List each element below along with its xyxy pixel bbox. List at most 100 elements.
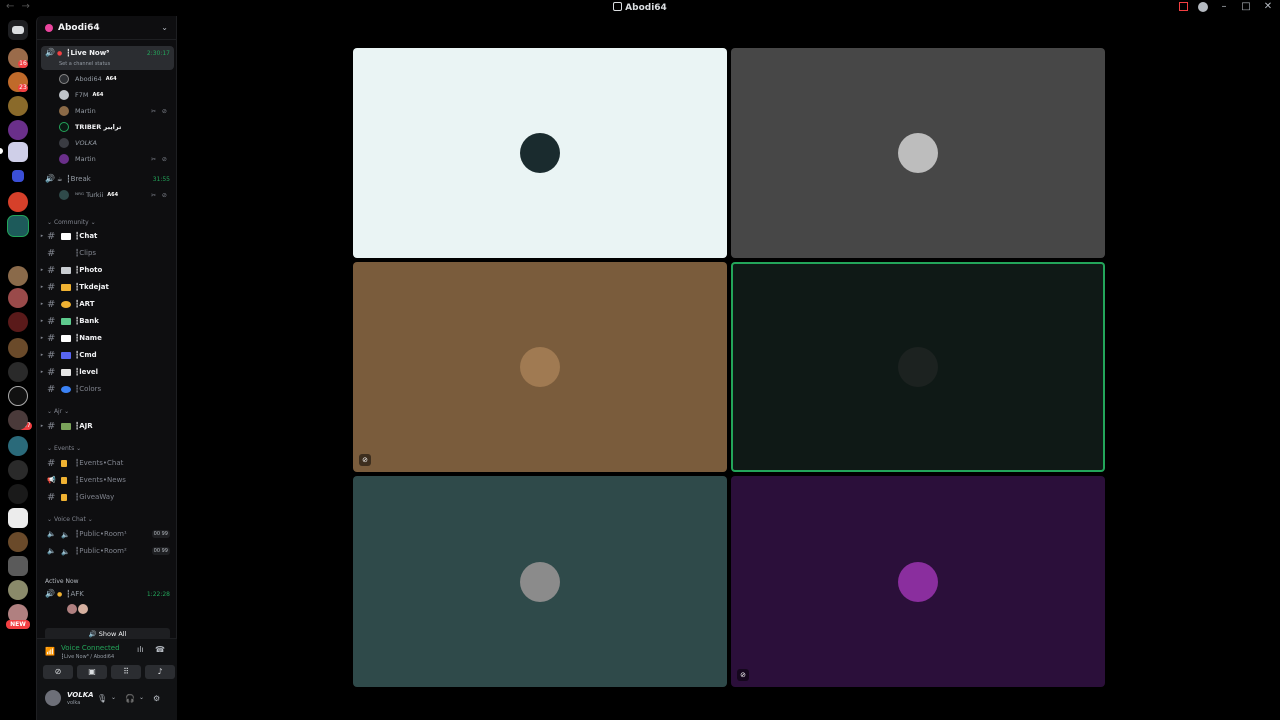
screen-share-button[interactable]: ▣	[77, 665, 107, 679]
expand-arrow-icon: ▸	[40, 301, 44, 307]
server-icon[interactable]	[8, 288, 28, 308]
text-channel[interactable]: ▸ # ┇Cmd	[37, 348, 178, 362]
server-icon[interactable]	[8, 142, 28, 162]
server-icon[interactable]	[8, 192, 28, 212]
server-icon[interactable]	[8, 580, 28, 600]
channel-emoji	[61, 250, 71, 257]
discord-logo-icon	[12, 26, 24, 34]
participant-tile-speaking[interactable]	[731, 262, 1105, 472]
server-icon[interactable]	[8, 338, 28, 358]
participant-tile[interactable]: ⊘	[731, 476, 1105, 687]
text-channel[interactable]: ▸ # ┇Tkdejat	[37, 280, 178, 294]
folder-icon[interactable]	[12, 170, 24, 182]
camera-off-icon: ⊘	[359, 454, 371, 466]
text-channel[interactable]: 📢 ┇Events•News	[37, 473, 178, 487]
text-channel[interactable]: # ┇Colors	[37, 382, 178, 396]
category-ajr[interactable]: ⌄ Ajr ⌄	[47, 408, 69, 415]
active-voice-channel[interactable]: 🔊 ● ┇AFK 1:22:28	[45, 590, 170, 599]
participant-tile[interactable]	[731, 48, 1105, 258]
server-icon[interactable]	[8, 460, 28, 480]
voice-user[interactable]: F7M A64	[59, 90, 103, 100]
camera-off-icon: ⊘	[737, 669, 749, 681]
category-events[interactable]: ⌄ Events ⌄	[47, 445, 81, 452]
guild-header[interactable]: Abodi64 ⌄	[37, 16, 176, 40]
voice-location[interactable]: ┇Live Now⁸ / Abodi64	[61, 654, 114, 660]
hash-icon: #	[47, 366, 56, 378]
maximize-button[interactable]: □	[1240, 1, 1252, 12]
text-channel[interactable]: # ┇Clips	[37, 246, 178, 260]
chevron-down-icon[interactable]: ⌄	[139, 694, 144, 701]
speaker-icon: 🔈	[61, 530, 70, 539]
server-icon[interactable]	[8, 532, 28, 552]
help-icon[interactable]	[1198, 1, 1208, 12]
text-channel[interactable]: ▸ # ┇AJR	[37, 419, 178, 433]
avatar	[520, 561, 560, 602]
expand-arrow-icon: ▸	[40, 267, 44, 273]
server-icon-active[interactable]	[8, 216, 28, 236]
server-icon[interactable]	[8, 96, 28, 116]
microphone-icon[interactable]: 🎙	[97, 694, 107, 703]
home-button[interactable]	[8, 20, 28, 40]
username[interactable]: VOLKA	[67, 691, 94, 699]
voice-channel[interactable]: 🔊 ● ┇Live Now⁸ 2:30:17	[45, 49, 170, 58]
inbox-icon[interactable]	[1179, 2, 1188, 11]
server-icon[interactable]	[8, 312, 28, 332]
expand-arrow-icon: ▸	[40, 423, 44, 429]
text-channel[interactable]: # ┇Events•Chat	[37, 456, 178, 470]
voice-user[interactable]: Abodi64 A64	[59, 74, 117, 84]
channel-emoji	[61, 459, 67, 467]
voice-channel[interactable]: 🔈 🔈 ┇Public•Room² 00 99	[37, 544, 178, 558]
server-icon[interactable]	[8, 556, 28, 576]
category-voice-chat[interactable]: ⌄ Voice Chat ⌄	[47, 516, 93, 523]
expand-arrow-icon: ▸	[40, 233, 44, 239]
text-channel[interactable]: ▸ # ┇Bank	[37, 314, 178, 328]
disconnect-icon[interactable]: ☎	[155, 645, 165, 654]
server-icon[interactable]	[8, 120, 28, 140]
text-channel[interactable]: ▸ # ┇level	[37, 365, 178, 379]
expand-arrow-icon: ▸	[40, 352, 44, 358]
record-icon: ●	[57, 49, 63, 57]
participant-tile[interactable]: ⊘	[353, 262, 727, 472]
server-icon[interactable]	[8, 436, 28, 456]
text-channel[interactable]: ▸ # ┇Chat	[37, 229, 178, 243]
server-icon[interactable]	[8, 508, 28, 528]
activities-button[interactable]: ⠿	[111, 665, 141, 679]
channel-emoji	[61, 334, 71, 342]
server-icon[interactable]	[8, 410, 28, 430]
voice-user[interactable]: Martin ✂ ⊘	[59, 154, 174, 164]
close-button[interactable]: ✕	[1262, 1, 1274, 12]
chevron-down-icon[interactable]: ⌄	[111, 694, 116, 701]
gear-icon[interactable]: ⚙	[153, 694, 160, 703]
category-community[interactable]: ⌄ Community ⌄	[47, 219, 96, 226]
signal-icon: 📶	[45, 647, 55, 656]
noise-suppression-icon[interactable]: ılı	[137, 645, 144, 654]
server-icon[interactable]	[8, 266, 28, 286]
channel-emoji	[61, 385, 71, 393]
channel-status-placeholder[interactable]: Set a channel status	[59, 61, 110, 67]
voice-channel[interactable]: 🔊 ☕ ┇Break 31:55	[45, 175, 170, 184]
server-icon[interactable]	[8, 362, 28, 382]
text-channel[interactable]: ▸ # ┇ART	[37, 297, 178, 311]
avatar[interactable]	[45, 690, 61, 706]
server-icon[interactable]	[8, 386, 28, 406]
user-limit-badge: 00 99	[151, 530, 170, 538]
voice-channel[interactable]: 🔈 🔈 ┇Public•Room¹ 00 99	[37, 527, 178, 541]
server-icon[interactable]	[8, 484, 28, 504]
hash-icon: #	[47, 247, 56, 259]
active-users[interactable]	[67, 604, 88, 614]
voice-user[interactable]: TRIBER ترايبر	[59, 122, 121, 132]
voice-user[interactable]: Martin ✂ ⊘	[59, 106, 174, 116]
headphones-icon[interactable]: 🎧	[125, 694, 135, 703]
camera-button[interactable]: ⊘	[43, 665, 73, 679]
minimize-button[interactable]: –	[1218, 1, 1230, 12]
soundboard-button[interactable]: ♪	[145, 665, 175, 679]
text-channel[interactable]: # ┇GiveaWay	[37, 490, 178, 504]
voice-status[interactable]: Voice Connected	[61, 644, 120, 652]
text-channel[interactable]: ▸ # ┇Name	[37, 331, 178, 345]
voice-user[interactable]: ᴺᴿᴳ Turkii A64 ✂ ⊘	[59, 190, 174, 200]
voice-user[interactable]: VOLKA	[59, 138, 97, 148]
text-channel[interactable]: ▸ # ┇Photo	[37, 263, 178, 277]
participant-tile[interactable]	[353, 476, 727, 687]
participant-tile[interactable]	[353, 48, 727, 258]
avatar	[520, 347, 560, 387]
